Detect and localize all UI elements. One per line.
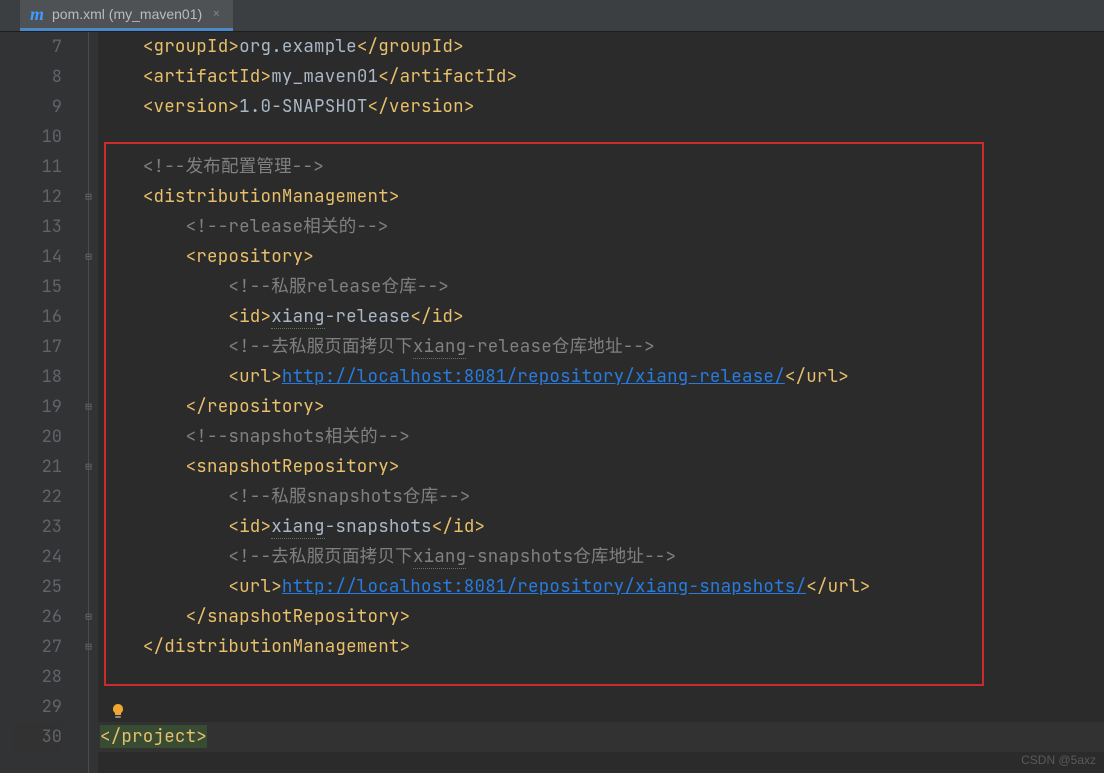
line-number[interactable]: 29 [14,692,62,722]
code-line[interactable] [98,662,1104,692]
code-line[interactable]: <url>http://localhost:8081/repository/xi… [98,572,1104,602]
code-line[interactable]: <!--发布配置管理--> [98,152,1104,182]
line-number[interactable]: 7 [14,32,62,62]
code-line[interactable]: <!--私服snapshots仓库--> [98,482,1104,512]
close-icon[interactable]: × [210,5,222,23]
code-line[interactable]: <id>xiang-release</id> [98,302,1104,332]
line-number[interactable]: 13 [14,212,62,242]
code-line[interactable]: <url>http://localhost:8081/repository/xi… [98,362,1104,392]
line-number[interactable]: 11 [14,152,62,182]
code-line[interactable]: <repository> [98,242,1104,272]
line-number[interactable]: 25 [14,572,62,602]
line-number[interactable]: 22 [14,482,62,512]
code-line[interactable]: </repository> [98,392,1104,422]
fold-close-icon[interactable]: ⊟ [83,642,94,653]
code-line[interactable]: <!--release相关的--> [98,212,1104,242]
code-line[interactable]: <version>1.0-SNAPSHOT</version> [98,92,1104,122]
line-number[interactable]: 8 [14,62,62,92]
tab-label: pom.xml (my_maven01) [52,6,202,22]
code-area[interactable]: CSDN @5axz <groupId>org.example</groupId… [98,32,1104,773]
tab-spacer [0,0,20,31]
line-number[interactable]: 20 [14,422,62,452]
line-number[interactable]: 30 [14,722,62,752]
watermark: CSDN @5axz [1021,753,1096,767]
line-number[interactable]: 9 [14,92,62,122]
code-line[interactable]: <!--私服release仓库--> [98,272,1104,302]
line-number[interactable]: 18 [14,362,62,392]
code-line[interactable]: </project> [98,722,1104,752]
code-line[interactable] [98,122,1104,152]
line-number[interactable]: 16 [14,302,62,332]
fold-open-icon[interactable]: ⊟ [83,252,94,263]
code-line[interactable]: <groupId>org.example</groupId> [98,32,1104,62]
line-number[interactable]: 26 [14,602,62,632]
code-line[interactable]: <distributionManagement> [98,182,1104,212]
tab-bar: m pom.xml (my_maven01) × [0,0,1104,32]
line-number[interactable]: 17 [14,332,62,362]
code-line[interactable]: <artifactId>my_maven01</artifactId> [98,62,1104,92]
code-line[interactable]: <!--去私服页面拷贝下xiang-snapshots仓库地址--> [98,542,1104,572]
line-number[interactable]: 24 [14,542,62,572]
fold-open-icon[interactable]: ⊟ [83,192,94,203]
code-line[interactable]: </snapshotRepository> [98,602,1104,632]
left-stripe [0,32,14,773]
code-line[interactable]: <snapshotRepository> [98,452,1104,482]
maven-icon: m [30,4,44,25]
fold-close-icon[interactable]: ⊟ [83,612,94,623]
code-line[interactable]: <!--去私服页面拷贝下xiang-release仓库地址--> [98,332,1104,362]
fold-open-icon[interactable]: ⊟ [83,462,94,473]
code-line[interactable]: <id>xiang-snapshots</id> [98,512,1104,542]
gutter[interactable]: 7891011121314151617181920212223242526272… [14,32,80,773]
line-number[interactable]: 28 [14,662,62,692]
line-number[interactable]: 21 [14,452,62,482]
line-number[interactable]: 27 [14,632,62,662]
code-line[interactable] [98,692,1104,722]
fold-close-icon[interactable]: ⊟ [83,402,94,413]
line-number[interactable]: 12 [14,182,62,212]
line-number[interactable]: 19 [14,392,62,422]
editor-tab[interactable]: m pom.xml (my_maven01) × [20,0,233,31]
line-number[interactable]: 10 [14,122,62,152]
line-number[interactable]: 15 [14,272,62,302]
code-line[interactable]: </distributionManagement> [98,632,1104,662]
line-number[interactable]: 23 [14,512,62,542]
intention-bulb-icon[interactable] [110,699,126,715]
editor: 7891011121314151617181920212223242526272… [0,32,1104,773]
fold-column[interactable]: ⊟ ⊟ ⊟ ⊟ ⊟ ⊟ [80,32,98,773]
code-line[interactable]: <!--snapshots相关的--> [98,422,1104,452]
line-number[interactable]: 14 [14,242,62,272]
